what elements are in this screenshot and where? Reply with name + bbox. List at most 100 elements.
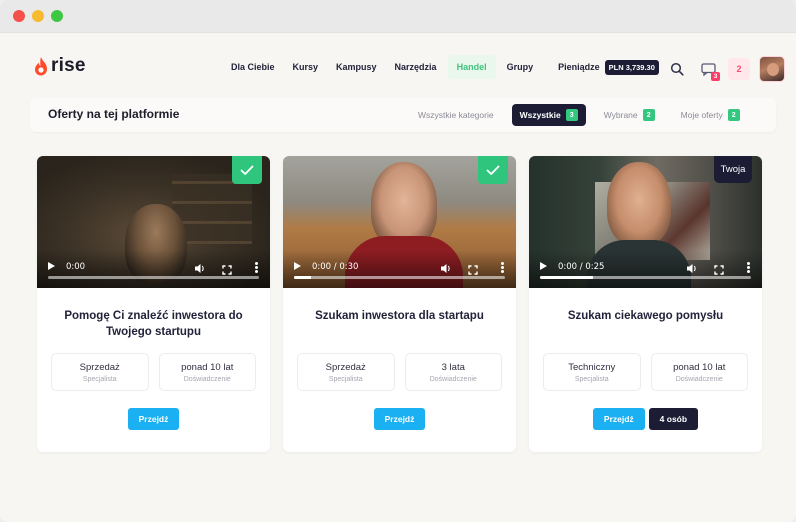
tab-count-badge: 3 xyxy=(565,109,578,121)
offer-title: Pomogę Ci znaleźć inwestora do Twojego s… xyxy=(64,310,243,338)
go-to-offer-button[interactable]: Przejdź xyxy=(127,408,180,430)
offer-card: 0:00 / 0:30 Szukam inwestora dla startap… xyxy=(283,156,516,452)
video-progress-bar[interactable] xyxy=(48,276,259,279)
video-controls: 0:00 / 0:25 xyxy=(529,250,762,288)
offer-video[interactable]: Twoja 0:00 / 0:25 xyxy=(529,156,762,288)
stat-label: Doświadczenie xyxy=(183,375,231,383)
play-icon[interactable] xyxy=(294,262,301,270)
stat-label: Specjalista xyxy=(82,375,117,383)
interested-people-button[interactable]: 4 osób xyxy=(648,408,699,430)
wallet[interactable]: Pieniądze PLN 3,739.30 xyxy=(550,55,659,79)
nav-icons: 3 2 xyxy=(666,56,785,82)
menu-item-handel[interactable]: Handel xyxy=(447,55,496,79)
main-menu: Dla Ciebie Kursy Kampusy Narzędzia Hande… xyxy=(222,55,659,79)
tab-count-badge: 2 xyxy=(642,109,655,121)
offer-stats: Sprzedaż Specjalista 3 lata Doświadczeni… xyxy=(297,353,502,391)
video-progress-fill xyxy=(540,276,593,279)
play-icon[interactable] xyxy=(540,262,547,270)
stat-value: 3 lata xyxy=(441,361,465,373)
video-controls: 0:00 xyxy=(37,250,270,288)
stat-specialization: Techniczny Specjalista xyxy=(543,353,641,391)
tab-wszystkie[interactable]: Wszystkie 3 xyxy=(511,104,586,126)
stat-label: Specjalista xyxy=(328,375,363,383)
fullscreen-icon[interactable] xyxy=(468,262,478,275)
filter-tabs: Wszystkie kategorie Wszystkie 3 Wybrane … xyxy=(410,104,748,126)
browser-window: rise Dla Ciebie Kursy Kampusy Narzędzia … xyxy=(0,0,796,522)
tab-moje-oferty[interactable]: Moje oferty 2 xyxy=(673,104,748,126)
stat-value: ponad 10 lat xyxy=(181,361,234,373)
rise-logo[interactable]: rise xyxy=(34,55,86,77)
menu-item-narzedzia[interactable]: Narzędzia xyxy=(386,55,446,79)
offers-filter-bar: Oferty na tej platformie Wszystkie kateg… xyxy=(30,98,776,132)
stat-experience: 3 lata Doświadczenie xyxy=(404,353,502,391)
go-to-offer-button[interactable]: Przejdź xyxy=(592,408,645,430)
offer-stats: Techniczny Specjalista ponad 10 lat Dośw… xyxy=(543,353,748,391)
volume-icon[interactable] xyxy=(686,261,698,273)
volume-icon[interactable] xyxy=(194,261,206,273)
stat-label: Doświadczenie xyxy=(429,375,477,383)
category-dropdown[interactable]: Wszystkie kategorie xyxy=(410,104,502,126)
search-icon[interactable] xyxy=(666,58,688,80)
stat-experience: ponad 10 lat Doświadczenie xyxy=(650,353,748,391)
stat-specialization: Sprzedaż Specjalista xyxy=(297,353,395,391)
chat-icon[interactable]: 3 xyxy=(697,58,720,81)
notifications-counter[interactable]: 2 xyxy=(728,58,750,80)
fullscreen-icon[interactable] xyxy=(222,262,232,275)
video-progress-bar[interactable] xyxy=(294,276,505,279)
flame-icon xyxy=(34,56,48,76)
tab-label: Wybrane xyxy=(603,110,638,120)
stat-value: ponad 10 lat xyxy=(673,361,726,373)
wallet-label: Pieniądze xyxy=(558,62,600,72)
tab-wybrane[interactable]: Wybrane 2 xyxy=(596,104,663,126)
stat-experience: ponad 10 lat Doświadczenie xyxy=(158,353,256,391)
logo-text: rise xyxy=(51,55,86,76)
play-icon[interactable] xyxy=(48,262,55,270)
stat-label: Doświadczenie xyxy=(675,375,723,383)
stat-value: Sprzedaż xyxy=(79,361,120,373)
menu-item-dla-ciebie[interactable]: Dla Ciebie xyxy=(222,55,284,79)
menu-item-kursy[interactable]: Kursy xyxy=(284,55,328,79)
offer-card: 0:00 Pomogę Ci znaleźć inwestora do Twoj… xyxy=(37,156,270,452)
own-offer-badge: Twoja xyxy=(714,156,752,183)
offer-title: Szukam ciekawego pomysłu xyxy=(567,310,724,322)
stat-value: Sprzedaż xyxy=(325,361,366,373)
window-titlebar xyxy=(0,0,796,33)
more-options-icon[interactable] xyxy=(255,262,258,273)
tab-label: Wszystkie xyxy=(519,110,561,120)
more-options-icon[interactable] xyxy=(747,262,750,273)
offer-title: Szukam inwestora dla startapu xyxy=(315,310,484,322)
offer-video[interactable]: 0:00 xyxy=(37,156,270,288)
page-title: Oferty na tej platformie xyxy=(48,107,180,121)
selected-check-icon xyxy=(232,156,262,184)
volume-icon[interactable] xyxy=(440,261,452,273)
offer-stats: Sprzedaż Specjalista ponad 10 lat Doświa… xyxy=(51,353,256,391)
selected-check-icon xyxy=(478,156,508,184)
video-time: 0:00 xyxy=(66,262,86,272)
video-controls: 0:00 / 0:30 xyxy=(283,250,516,288)
video-progress-bar[interactable] xyxy=(540,276,751,279)
top-navigation: rise Dla Ciebie Kursy Kampusy Narzędzia … xyxy=(0,33,796,99)
minimize-window-button[interactable] xyxy=(32,10,44,22)
stat-value: Techniczny xyxy=(568,361,616,373)
offer-actions: Przejdź xyxy=(283,408,516,430)
go-to-offer-button[interactable]: Przejdź xyxy=(373,408,426,430)
offer-video[interactable]: 0:00 / 0:30 xyxy=(283,156,516,288)
wallet-balance-badge: PLN 3,739.30 xyxy=(604,59,659,75)
menu-item-kampusy[interactable]: Kampusy xyxy=(327,55,386,79)
video-time: 0:00 / 0:25 xyxy=(558,262,605,272)
stat-label: Specjalista xyxy=(574,375,609,383)
video-progress-fill xyxy=(294,276,311,279)
user-avatar[interactable] xyxy=(759,56,785,82)
messages-count-badge: 3 xyxy=(711,72,720,81)
menu-item-grupy[interactable]: Grupy xyxy=(498,55,543,79)
close-window-button[interactable] xyxy=(13,10,25,22)
tab-label: Moje oferty xyxy=(680,110,723,120)
video-time: 0:00 / 0:30 xyxy=(312,262,359,272)
offer-card: Twoja 0:00 / 0:25 Szukam ciekawego pomys… xyxy=(529,156,762,452)
maximize-window-button[interactable] xyxy=(51,10,63,22)
stat-specialization: Sprzedaż Specjalista xyxy=(51,353,149,391)
video-person xyxy=(607,162,671,246)
fullscreen-icon[interactable] xyxy=(714,262,724,275)
tab-count-badge: 2 xyxy=(727,109,740,121)
more-options-icon[interactable] xyxy=(501,262,504,273)
